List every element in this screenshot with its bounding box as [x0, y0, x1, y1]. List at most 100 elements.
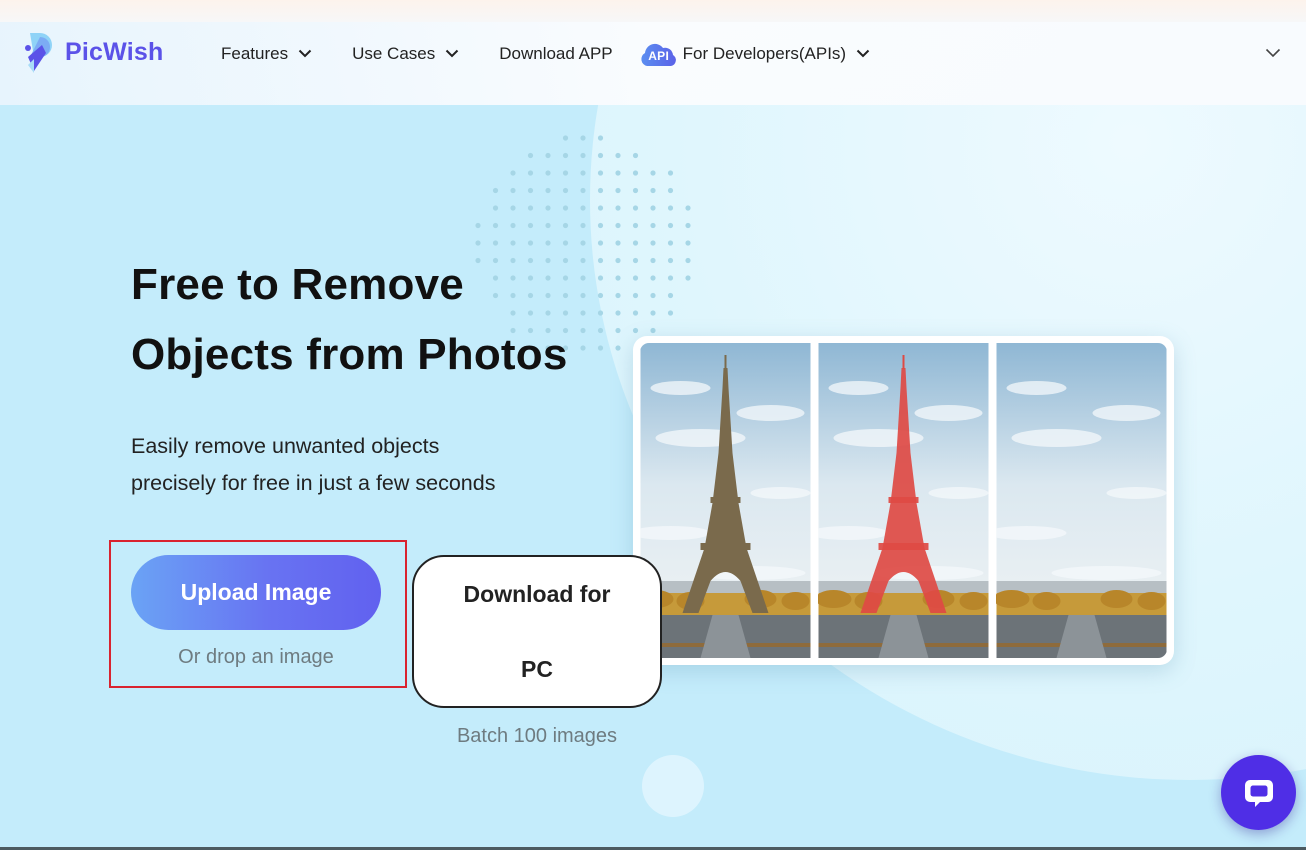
pattern-dot: [510, 170, 516, 176]
pattern-dot: [597, 152, 604, 159]
pattern-dot: [545, 187, 551, 194]
pattern-dot: [667, 275, 674, 281]
pattern-dot: [545, 240, 551, 246]
pattern-dot: [562, 187, 569, 194]
tree: [959, 592, 988, 610]
drop-image-hint: Or drop an image: [178, 646, 334, 668]
tower-platform: [878, 543, 929, 550]
pattern-dot: [685, 205, 691, 211]
pattern-dot: [632, 240, 639, 246]
pattern-dot: [562, 222, 569, 229]
pattern-dot: [650, 170, 656, 176]
download-for-pc-button[interactable]: Download for PC: [412, 555, 662, 708]
before-after-showcase: [633, 336, 1174, 665]
showcase-panel-selected: [818, 343, 989, 658]
pattern-dot: [580, 187, 586, 194]
cloud: [650, 381, 711, 395]
main-nav: Features Use Cases Download APP API For …: [221, 40, 870, 67]
pattern-dot: [615, 152, 621, 159]
pattern-dot: [597, 187, 604, 194]
pattern-dot: [615, 222, 621, 229]
site-header: PicWish Features Use Cases Download APP …: [0, 0, 1306, 105]
pattern-dot: [632, 170, 639, 176]
showcase-panel-original: [640, 343, 811, 658]
cloud: [1092, 405, 1161, 421]
pattern-dot: [580, 222, 586, 229]
pattern-dot: [615, 170, 621, 176]
hero-title-line-2: Objects from Photos: [131, 330, 568, 379]
pattern-dot: [667, 222, 674, 229]
nav-features-label: Features: [221, 43, 289, 63]
pattern-dot: [650, 327, 656, 334]
pattern-dot: [615, 205, 621, 211]
pattern-dot: [510, 240, 516, 246]
pattern-dot: [562, 170, 569, 176]
pattern-dot: [527, 170, 534, 176]
upload-image-button[interactable]: Upload Image: [131, 555, 381, 630]
cloud: [655, 429, 746, 447]
nav-for-developers[interactable]: API For Developers(APIs): [639, 40, 870, 67]
pattern-dot: [545, 152, 551, 159]
nav-use-cases[interactable]: Use Cases: [352, 44, 459, 64]
pattern-dot: [650, 240, 656, 246]
pattern-dot: [615, 240, 621, 246]
pattern-dot: [632, 187, 639, 194]
pattern-dot: [545, 170, 551, 176]
pattern-dot: [597, 205, 604, 211]
header-menu-chevron-icon[interactable]: [1265, 48, 1281, 58]
tree: [1137, 592, 1166, 610]
download-button-line-1: Download for: [463, 580, 611, 607]
pattern-dot: [685, 275, 691, 281]
tower-platform: [710, 497, 741, 503]
pattern-dot: [580, 152, 586, 159]
pattern-dot: [475, 222, 481, 229]
pattern-dot: [667, 205, 674, 211]
api-cloud-icon: API: [639, 40, 679, 67]
pattern-dot: [580, 240, 586, 246]
nav-download-app-label: Download APP: [499, 43, 613, 63]
pattern-dot: [562, 152, 569, 159]
pattern-dot: [545, 222, 551, 229]
pattern-dot: [667, 170, 674, 176]
nav-for-developers-label: For Developers(APIs): [682, 43, 847, 63]
city-skyline: [640, 581, 811, 593]
pattern-dot: [527, 152, 534, 159]
cloud: [1051, 566, 1162, 580]
tower-platform: [888, 497, 919, 503]
pattern-dot: [650, 205, 656, 211]
brand-logo[interactable]: PicWish: [24, 31, 163, 73]
eiffel-tower-removed-image: [996, 343, 1167, 658]
hero-title-line-1: Free to Remove: [131, 260, 464, 309]
cloud: [914, 405, 983, 421]
hero-subtitle-line-2: precisely for free in just a few seconds: [131, 471, 496, 495]
pattern-dot: [492, 222, 499, 229]
cloud: [1106, 487, 1167, 499]
live-chat-button[interactable]: [1221, 755, 1296, 830]
pattern-dot: [632, 205, 639, 211]
download-button-line-2: PC: [521, 655, 553, 682]
showcase-panel-removed: [996, 343, 1167, 658]
eiffel-tower-selected-image: [818, 343, 989, 658]
pattern-dot: [492, 240, 499, 246]
eiffel-tower-original-image: [640, 343, 811, 658]
city-skyline: [818, 581, 989, 593]
tree: [781, 592, 810, 610]
pattern-dot: [685, 257, 691, 264]
pattern-dot: [562, 205, 569, 211]
pattern-dot: [667, 187, 674, 194]
pattern-dot: [527, 187, 534, 194]
api-badge-label: API: [648, 49, 670, 63]
nav-features[interactable]: Features: [221, 44, 312, 64]
cloud: [1006, 381, 1067, 395]
hero-subtitle: Easily remove unwanted objects precisely…: [131, 428, 591, 502]
pattern-dot: [615, 187, 621, 194]
chevron-down-icon: [856, 49, 870, 58]
pattern-dot: [597, 240, 604, 246]
nav-download-app[interactable]: Download APP: [499, 44, 612, 64]
brand-name: PicWish: [65, 37, 164, 66]
chevron-down-icon: [298, 49, 312, 58]
hero-title: Free to Remove Objects from Photos: [131, 250, 651, 390]
pattern-dot: [632, 222, 639, 229]
pattern-dot: [650, 292, 656, 299]
pattern-dot: [562, 240, 569, 246]
